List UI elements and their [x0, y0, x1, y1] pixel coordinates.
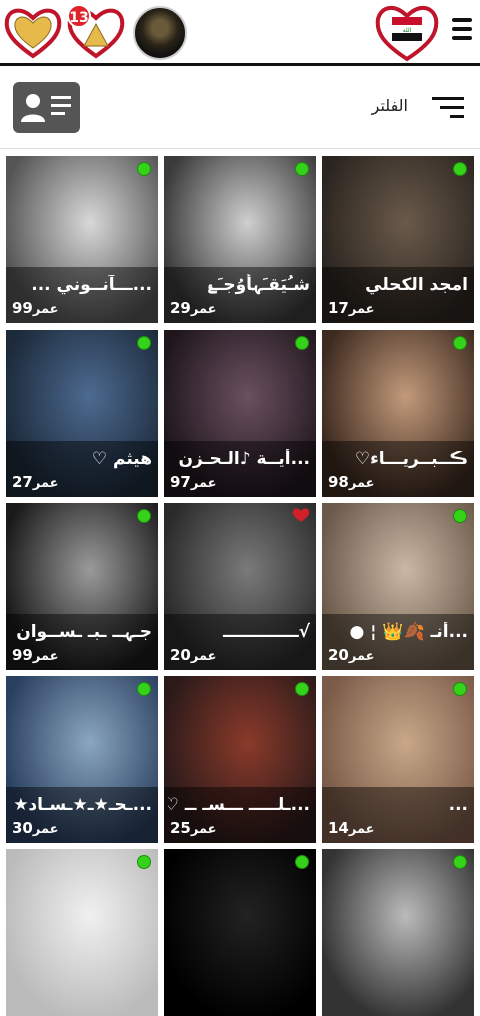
user-tile[interactable]: ...أيــة ♪الـحـزن 97عمر [164, 330, 316, 497]
user-tile[interactable]: ...ـحـ★ـ★ـسـاد★ 30عمر [6, 676, 158, 843]
user-name: هيثم ♡ [91, 449, 152, 469]
age-value: 20 [170, 646, 191, 664]
menu-icon[interactable] [452, 18, 472, 48]
age-suffix: عمر [190, 822, 217, 837]
user-name: ...ـحـ★ـ★ـسـاد★ [13, 795, 152, 815]
user-age: 98عمر [328, 473, 375, 491]
online-status-icon [295, 162, 309, 176]
user-tile[interactable] [164, 849, 316, 1016]
age-value: 97 [170, 473, 191, 491]
user-tile[interactable]: ڪــبــريـــاء♡ 98عمر [322, 330, 474, 497]
user-age: 99عمر [12, 299, 59, 317]
age-value: 25 [170, 819, 191, 837]
filter-icon[interactable] [432, 97, 464, 119]
age-suffix: عمر [348, 476, 375, 491]
filter-bar: الفلتر [0, 69, 480, 149]
user-tile[interactable] [322, 849, 474, 1016]
user-name: امجد الكحلي [365, 275, 468, 295]
user-name: ڪــبــريـــاء♡ [354, 449, 468, 469]
user-name: جـہــ ـبـ ـســوان [16, 622, 152, 642]
user-age: 29عمر [170, 299, 217, 317]
age-suffix: عمر [348, 822, 375, 837]
notification-count-badge[interactable]: 13 [67, 4, 91, 28]
broken-heart-icon [292, 508, 310, 522]
age-value: 14 [328, 819, 349, 837]
user-age: 20عمر [170, 646, 217, 664]
user-tile[interactable]: ... 14عمر [322, 676, 474, 843]
age-suffix: عمر [348, 649, 375, 664]
user-name: ...أيــة ♪الـحـزن [178, 449, 310, 469]
flag-heart-logo-icon[interactable]: الله [374, 1, 440, 63]
user-name: ...ـــآنــوني ... [31, 275, 152, 295]
age-value: 17 [328, 299, 349, 317]
age-value: 98 [328, 473, 349, 491]
user-tile[interactable]: جـہــ ـبـ ـســوان 99عمر [6, 503, 158, 670]
user-tile[interactable]: ...أنـ 🍂👑 ¦ ● 20عمر [322, 503, 474, 670]
online-status-icon [453, 162, 467, 176]
age-suffix: عمر [190, 302, 217, 317]
online-status-icon [453, 509, 467, 523]
user-tile[interactable]: هيثم ♡ 27عمر [6, 330, 158, 497]
user-age: 25عمر [170, 819, 217, 837]
age-value: 99 [12, 299, 33, 317]
age-suffix: عمر [190, 476, 217, 491]
user-tile[interactable]: ...ـلـــــ ـــسـ ــ ♡ 25عمر [164, 676, 316, 843]
user-photo [164, 849, 316, 1016]
online-status-icon [137, 855, 151, 869]
age-suffix: عمر [32, 649, 59, 664]
contact-card-icon[interactable] [13, 82, 80, 133]
online-status-icon [137, 162, 151, 176]
user-name: ...ـلـــــ ـــسـ ــ ♡ [168, 795, 310, 815]
user-tile[interactable] [6, 849, 158, 1016]
age-value: 30 [12, 819, 33, 837]
online-status-icon [453, 682, 467, 696]
online-status-icon [137, 336, 151, 350]
age-suffix: عمر [348, 302, 375, 317]
user-photo [322, 849, 474, 1016]
user-name: ... [448, 795, 468, 815]
age-value: 99 [12, 646, 33, 664]
user-tile[interactable]: √ـــــــــــــ 20عمر [164, 503, 316, 670]
user-age: 20عمر [328, 646, 375, 664]
online-status-icon [453, 855, 467, 869]
age-value: 20 [328, 646, 349, 664]
age-suffix: عمر [32, 476, 59, 491]
user-photo [6, 849, 158, 1016]
age-value: 27 [12, 473, 33, 491]
user-tile[interactable]: ...ـــآنــوني ... 99عمر [6, 156, 158, 323]
user-age: 17عمر [328, 299, 375, 317]
filter-label[interactable]: الفلتر [372, 96, 408, 115]
svg-text:الله: الله [403, 27, 412, 34]
user-avatar[interactable] [133, 6, 187, 60]
age-suffix: عمر [190, 649, 217, 664]
user-age: 14عمر [328, 819, 375, 837]
heart-badge-icon[interactable] [3, 2, 63, 62]
user-age: 27عمر [12, 473, 59, 491]
online-status-icon [137, 682, 151, 696]
age-value: 29 [170, 299, 191, 317]
user-age: 99عمر [12, 646, 59, 664]
age-suffix: عمر [32, 822, 59, 837]
online-status-icon [453, 336, 467, 350]
user-name: √ـــــــــــــ [223, 622, 310, 642]
user-tile[interactable]: شـُيَقـَہأوُجـَۓ 29عمر [164, 156, 316, 323]
top-bar: 13 الله [0, 0, 480, 66]
online-status-icon [295, 682, 309, 696]
user-name: شـُيَقـَہأوُجـَۓ [207, 275, 310, 295]
user-age: 97عمر [170, 473, 217, 491]
user-tile[interactable]: امجد الكحلي 17عمر [322, 156, 474, 323]
user-name: ...أنـ 🍂👑 ¦ ● [349, 622, 468, 642]
age-suffix: عمر [32, 302, 59, 317]
online-status-icon [137, 509, 151, 523]
online-status-icon [295, 855, 309, 869]
user-age: 30عمر [12, 819, 59, 837]
online-status-icon [295, 336, 309, 350]
